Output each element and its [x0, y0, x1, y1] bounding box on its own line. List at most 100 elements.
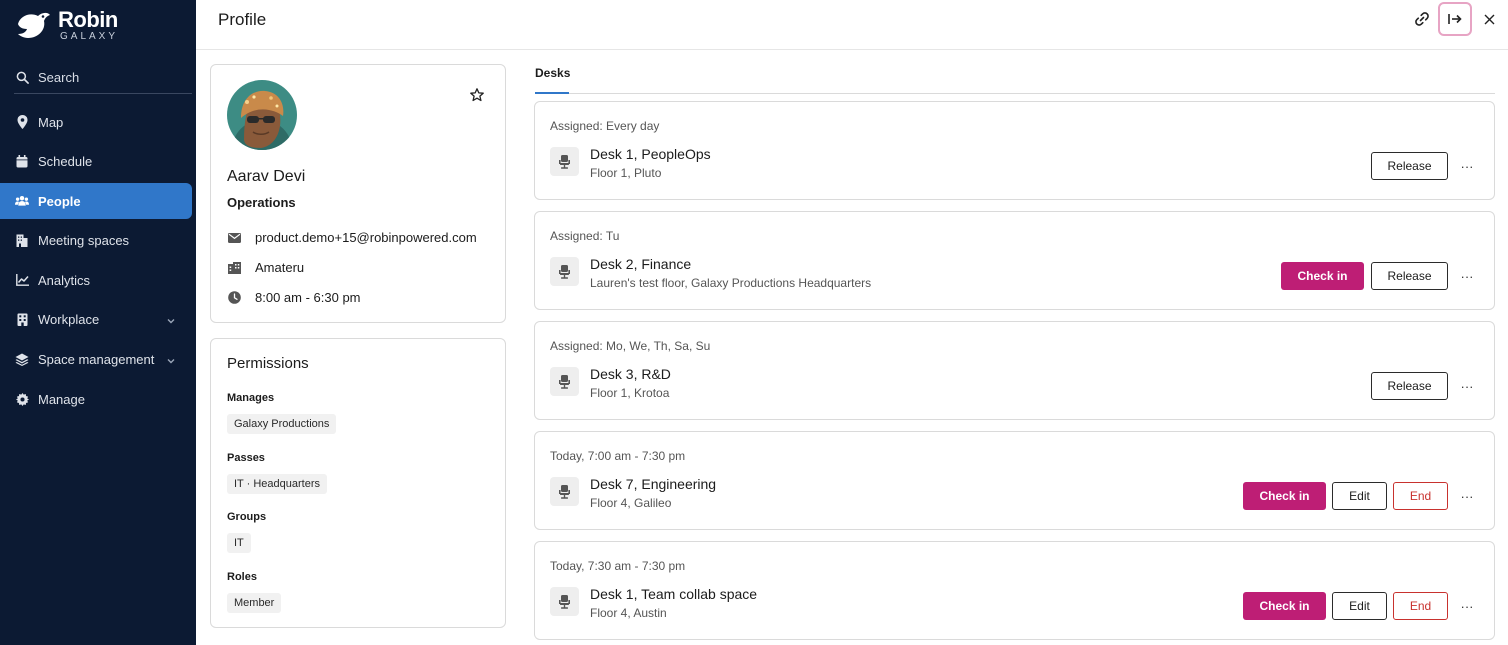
sidebar-item-analytics[interactable]: Analytics — [0, 262, 192, 298]
email-row: product.demo+15@robinpowered.com — [227, 230, 477, 245]
end-button[interactable]: End — [1393, 482, 1448, 510]
groups-chip: IT — [227, 533, 251, 553]
profile-card: Aarav Devi Operations product.demo+15@ro… — [210, 64, 506, 323]
edit-button[interactable]: Edit — [1332, 592, 1387, 620]
robin-logo[interactable]: Robin GALAXY — [16, 8, 118, 42]
sidebar-item-workplace[interactable]: Workplace — [0, 302, 192, 338]
sidebar-item-label: Space management — [38, 352, 155, 368]
roles-chip: Member — [227, 593, 282, 613]
sidebar-item-space-management[interactable]: Space management — [0, 342, 192, 378]
arrow-right-bar-icon — [1448, 14, 1462, 24]
permissions-card: Permissions Manages Galaxy Productions P… — [210, 338, 506, 628]
passes-label: Passes — [227, 452, 265, 464]
sidebar-item-meeting-spaces[interactable]: Meeting spaces — [0, 223, 192, 259]
desk-schedule: Today, 7:30 am - 7:30 pm — [550, 559, 686, 573]
analytics-icon — [15, 273, 29, 287]
desk-location: Lauren's test floor, Galaxy Productions … — [590, 276, 872, 290]
robin-bird-icon — [18, 12, 50, 38]
release-button[interactable]: Release — [1371, 372, 1448, 400]
person-building: Amateru — [255, 260, 305, 275]
link-icon — [1415, 12, 1429, 26]
sidebar-item-people[interactable]: People — [0, 183, 192, 220]
sidebar-item-label: People — [38, 193, 81, 209]
sidebar-item-label: Analytics — [38, 272, 91, 288]
release-button[interactable]: Release — [1371, 262, 1448, 290]
desk-chair-icon — [550, 257, 579, 286]
person-name: Aarav Devi — [227, 168, 306, 185]
close-icon — [1484, 14, 1494, 24]
sidebar-item-label: Schedule — [38, 154, 93, 170]
release-button[interactable]: Release — [1371, 152, 1448, 180]
permissions-title: Permissions — [227, 355, 309, 372]
chevron-down-icon — [166, 354, 176, 364]
sidebar-item-label: Map — [38, 114, 64, 130]
layers-icon — [15, 353, 29, 367]
edit-button[interactable]: Edit — [1332, 482, 1387, 510]
check-in-button[interactable]: Check in — [1243, 592, 1326, 620]
desk-location: Floor 4, Austin — [590, 606, 667, 620]
desk-chair-icon — [550, 477, 579, 506]
building-row: Amateru — [227, 260, 304, 275]
manages-chip: Galaxy Productions — [227, 414, 337, 434]
desk-name: Desk 3, R&D — [590, 366, 671, 382]
hours-row: 8:00 am - 6:30 pm — [227, 290, 361, 305]
building-icon — [227, 261, 241, 275]
desk-card: Assigned: Mo, We, Th, Sa, Su Desk 3, R&D… — [534, 321, 1495, 420]
person-email[interactable]: product.demo+15@robinpowered.com — [255, 230, 477, 245]
tab-desks[interactable]: Desks — [535, 66, 570, 80]
check-in-button[interactable]: Check in — [1281, 262, 1364, 290]
sidebar-item-label: Workplace — [38, 312, 100, 328]
people-icon — [15, 194, 29, 208]
tab-active-indicator — [535, 92, 569, 94]
sidebar-search[interactable]: Search — [14, 62, 192, 94]
desk-card: Today, 7:00 am - 7:30 pm Desk 7, Enginee… — [534, 431, 1495, 530]
mail-icon — [227, 231, 241, 245]
map-pin-icon — [15, 115, 29, 129]
more-options-icon[interactable]: ··· — [1458, 597, 1476, 615]
desk-schedule: Assigned: Every day — [550, 119, 660, 133]
desk-location: Floor 4, Galileo — [590, 496, 672, 510]
close-button[interactable] — [1472, 2, 1506, 36]
sidebar-item-map[interactable]: Map — [0, 104, 192, 140]
desk-chair-icon — [550, 587, 579, 616]
sidebar-item-label: Manage — [38, 391, 85, 407]
desk-card: Assigned: Every day Desk 1, PeopleOps Fl… — [534, 101, 1495, 200]
collapse-panel-button[interactable] — [1438, 2, 1472, 36]
page-header: Profile — [196, 0, 1508, 50]
person-hours: 8:00 am - 6:30 pm — [255, 290, 361, 305]
check-in-button[interactable]: Check in — [1243, 482, 1326, 510]
logo-name: Robin — [58, 6, 118, 32]
logo-sub: GALAXY — [60, 30, 119, 42]
avatar — [227, 80, 297, 150]
page-title: Profile — [218, 10, 267, 29]
workplace-icon — [15, 313, 29, 327]
groups-label: Groups — [227, 511, 267, 523]
calendar-icon — [15, 155, 29, 169]
desk-card: Assigned: Tu Desk 2, Finance Lauren's te… — [534, 211, 1495, 310]
end-button[interactable]: End — [1393, 592, 1448, 620]
favorite-star-button[interactable] — [468, 86, 486, 104]
more-options-icon[interactable]: ··· — [1458, 157, 1476, 175]
search-label: Search — [38, 70, 80, 85]
building-icon — [15, 234, 29, 248]
copy-link-button[interactable] — [1405, 2, 1439, 36]
chevron-down-icon — [166, 314, 176, 324]
sidebar-item-manage[interactable]: Manage — [0, 381, 192, 417]
manages-label: Manages — [227, 392, 275, 404]
more-options-icon[interactable]: ··· — [1458, 267, 1476, 285]
desk-name: Desk 2, Finance — [590, 256, 692, 272]
star-icon — [470, 88, 484, 102]
more-options-icon[interactable]: ··· — [1458, 377, 1476, 395]
desk-location: Floor 1, Pluto — [590, 166, 662, 180]
gear-icon — [15, 392, 29, 406]
person-department: Operations — [227, 195, 296, 210]
passes-chip: IT · Headquarters — [227, 474, 328, 494]
more-options-icon[interactable]: ··· — [1458, 487, 1476, 505]
roles-label: Roles — [227, 571, 257, 583]
sidebar-nav: Map Schedule People Meeting spaces Analy… — [0, 104, 196, 421]
desk-schedule: Assigned: Mo, We, Th, Sa, Su — [550, 339, 711, 353]
sidebar-item-schedule[interactable]: Schedule — [0, 144, 192, 180]
desk-chair-icon — [550, 147, 579, 176]
sidebar: Robin GALAXY Search Map Schedule People — [0, 0, 196, 645]
clock-icon — [227, 291, 241, 305]
